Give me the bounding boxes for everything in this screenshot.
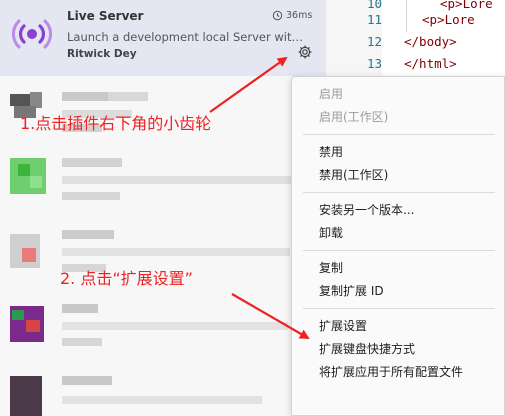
extension-description: Launch a development local Server with l… (67, 30, 303, 44)
menu-item-copy[interactable]: 复制 (292, 257, 505, 279)
list-item[interactable] (0, 366, 326, 416)
code-line: </html> (404, 56, 457, 71)
menu-separator (303, 250, 495, 251)
line-number: 13 (366, 56, 382, 71)
broadcast-logo-icon (12, 19, 52, 49)
menu-item-uninstall[interactable]: 卸载 (292, 222, 505, 244)
line-number: 12 (366, 34, 382, 49)
annotation-step-1: 1.点击插件右下角的小齿轮 (20, 114, 212, 133)
menu-separator (303, 192, 495, 193)
menu-item-install-another-version[interactable]: 安装另一个版本... (292, 199, 505, 221)
list-item[interactable] (0, 296, 326, 366)
menu-item-extension-keyboard-shortcuts[interactable]: 扩展键盘快捷方式 (292, 338, 505, 360)
menu-separator (303, 134, 495, 135)
menu-item-disable[interactable]: 禁用 (292, 141, 505, 163)
menu-item-enable: 启用 (319, 87, 344, 101)
gear-icon[interactable] (297, 44, 313, 60)
extensions-panel: Live Server 36ms Launch a development lo… (0, 0, 326, 416)
line-number: 10 (366, 0, 382, 11)
line-number: 11 (366, 12, 382, 27)
extension-name: Live Server (67, 9, 144, 23)
menu-item-copy-extension-id[interactable]: 复制扩展 ID (292, 280, 505, 302)
menu-item-disable-workspace[interactable]: 禁用(工作区) (292, 164, 505, 186)
code-line: <p>Lore (440, 0, 493, 11)
activation-time: 36ms (272, 10, 312, 21)
code-line: </body> (404, 34, 457, 49)
menu-item-extension-settings[interactable]: 扩展设置 (292, 315, 505, 337)
list-item[interactable] (0, 150, 326, 220)
activation-time-value: 36ms (286, 10, 313, 21)
indent-guide (406, 0, 407, 32)
menu-item-apply-to-all-profiles[interactable]: 将扩展应用于所有配置文件 (292, 361, 505, 383)
annotation-step-2: 2. 点击“扩展设置” (60, 269, 193, 288)
context-menu: 启用启用(工作区) 禁用 禁用(工作区) 安装另一个版本... 卸载复制 复制扩展 ID 扩… (291, 76, 505, 416)
code-line: <p>Lore (422, 12, 475, 27)
menu-separator (303, 308, 495, 309)
extension-author: Ritwick Dey (67, 48, 137, 60)
menu-item-enable-workspace: 启用(工作区) (319, 110, 389, 124)
extension-item-live-server[interactable]: Live Server 36ms Launch a development lo… (0, 0, 326, 76)
history-clock-icon (272, 10, 283, 21)
